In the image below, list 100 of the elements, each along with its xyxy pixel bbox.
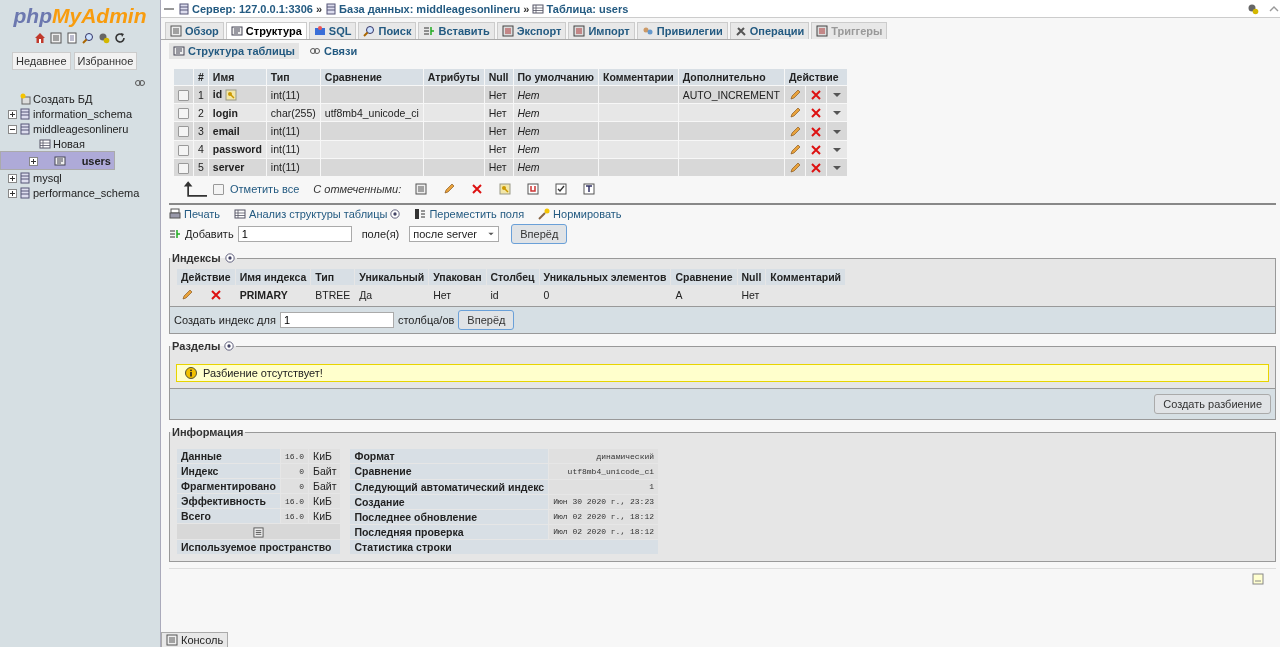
- insert-icon: [423, 25, 436, 37]
- table-cell: Нет: [513, 104, 598, 122]
- reload-icon[interactable]: [114, 32, 126, 44]
- row-checkbox[interactable]: [178, 126, 189, 138]
- info-value: 0: [280, 479, 309, 494]
- info-value: 16.0: [280, 509, 309, 524]
- help-icon[interactable]: [224, 341, 235, 352]
- column-header: Сравнение: [671, 269, 737, 286]
- column-header: Уникальных элементов: [539, 269, 671, 286]
- tab[interactable]: Операции: [729, 22, 810, 39]
- tab[interactable]: Структура: [225, 22, 307, 39]
- pencil-icon[interactable]: [788, 143, 801, 156]
- info-value: 0: [280, 464, 309, 479]
- input-field[interactable]: 1: [279, 312, 394, 329]
- document-icon[interactable]: [66, 32, 78, 44]
- delete-icon[interactable]: [809, 125, 822, 138]
- tree-item[interactable]: Новая: [53, 137, 85, 150]
- tab[interactable]: Экспорт: [496, 22, 567, 39]
- database-icon: [178, 2, 190, 15]
- pencil-icon[interactable]: [443, 183, 456, 196]
- recent-tab[interactable]: Избранное: [73, 52, 138, 70]
- check-all-checkbox[interactable]: [213, 183, 224, 195]
- info-label: Всего: [177, 509, 280, 524]
- pencil-icon[interactable]: [788, 162, 801, 175]
- subtab[interactable]: Связи: [305, 43, 362, 59]
- row-checkbox[interactable]: [178, 144, 189, 156]
- row-checkbox[interactable]: [178, 108, 189, 120]
- breadcrumb-link[interactable]: База данных: middleagesonlineru: [339, 2, 521, 15]
- cross-icon[interactable]: [471, 183, 484, 196]
- pencil-icon[interactable]: [788, 89, 801, 102]
- go-button[interactable]: Вперёд: [511, 224, 568, 245]
- pencil-icon[interactable]: [181, 289, 193, 302]
- tree-item[interactable]: mysql: [33, 171, 62, 184]
- info-value: 16.0: [280, 449, 309, 464]
- help-icon[interactable]: [390, 209, 401, 220]
- tree-item[interactable]: users: [81, 154, 111, 167]
- section-title: Разделы: [172, 340, 221, 353]
- delete-icon[interactable]: [210, 289, 223, 302]
- key-icon[interactable]: [499, 183, 512, 196]
- pencil-icon[interactable]: [788, 107, 801, 120]
- expand-icon[interactable]: [8, 174, 17, 184]
- info-unit: Байт: [309, 464, 341, 479]
- column-name: id: [212, 88, 223, 100]
- action-link[interactable]: Печать: [184, 208, 221, 221]
- column-header: Столбец: [486, 269, 539, 286]
- expand-icon[interactable]: [8, 189, 17, 199]
- check-all-link[interactable]: Отметить все: [230, 183, 300, 196]
- delete-icon[interactable]: [809, 89, 822, 102]
- settings-icon[interactable]: [1247, 3, 1259, 16]
- action-link[interactable]: Переместить поля: [429, 208, 525, 221]
- settings-icon[interactable]: [98, 32, 110, 44]
- tab[interactable]: Поиск: [358, 22, 417, 39]
- create-partition-button[interactable]: Создать разбиение: [1154, 394, 1271, 415]
- database-icon: [19, 171, 31, 184]
- expand-icon[interactable]: [8, 110, 17, 120]
- row-checkbox[interactable]: [178, 89, 189, 101]
- help-icon[interactable]: [224, 253, 235, 264]
- position-dropdown[interactable]: после server: [409, 226, 500, 243]
- table-icon[interactable]: [253, 527, 265, 539]
- move-icon: [414, 208, 427, 221]
- console-button[interactable]: Консоль: [161, 632, 229, 647]
- info-value: Июл 02 2020 г., 18:12: [549, 524, 659, 539]
- fields-label: поле(я): [361, 228, 400, 241]
- table-cell: 4: [194, 140, 208, 158]
- tab[interactable]: Импорт: [568, 22, 635, 39]
- table-cell: Нет: [484, 104, 513, 122]
- action-link[interactable]: Анализ структуры таблицы: [249, 208, 388, 221]
- recent-tab[interactable]: Недавнее: [12, 52, 71, 70]
- tab[interactable]: SQL: [308, 22, 357, 39]
- column-header: Комментарии: [599, 69, 678, 85]
- delete-icon[interactable]: [809, 143, 822, 156]
- go-button[interactable]: Вперёд: [458, 310, 515, 331]
- with-selected-label: С отмеченными:: [313, 183, 402, 196]
- tab[interactable]: Обзор: [165, 22, 224, 39]
- action-link[interactable]: Нормировать: [553, 208, 622, 221]
- tree-item[interactable]: performance_schema: [33, 186, 140, 199]
- input-field[interactable]: 1: [237, 226, 352, 243]
- home-icon[interactable]: [34, 32, 46, 44]
- expand-icon[interactable]: [29, 157, 38, 167]
- tab[interactable]: Вставить: [418, 22, 495, 39]
- tree-item[interactable]: Создать БД: [33, 92, 93, 105]
- tree-item[interactable]: information_schema: [33, 107, 133, 120]
- column-header: Дополнительно: [678, 69, 784, 85]
- table-icon[interactable]: [50, 32, 62, 44]
- table-cell: Нет: [513, 140, 598, 158]
- search-icon[interactable]: [82, 32, 94, 44]
- breadcrumb-link[interactable]: Таблица: users: [546, 2, 629, 15]
- breadcrumb-link[interactable]: Сервер: 127.0.0.1:3306: [192, 2, 313, 15]
- row-checkbox[interactable]: [178, 162, 189, 174]
- tab[interactable]: Привилегии: [636, 22, 728, 39]
- delete-icon[interactable]: [809, 107, 822, 120]
- subtab[interactable]: Структура таблицы: [169, 43, 299, 59]
- info-title: Используемое пространство: [177, 540, 341, 555]
- table-cell: Нет: [513, 86, 598, 104]
- delete-icon[interactable]: [809, 162, 822, 175]
- collapse-icon[interactable]: [8, 125, 17, 135]
- pencil-icon[interactable]: [788, 125, 801, 138]
- note-icon[interactable]: [1252, 573, 1264, 586]
- table-cell: 2: [194, 104, 208, 122]
- tree-item[interactable]: middleagesonlineru: [33, 122, 129, 135]
